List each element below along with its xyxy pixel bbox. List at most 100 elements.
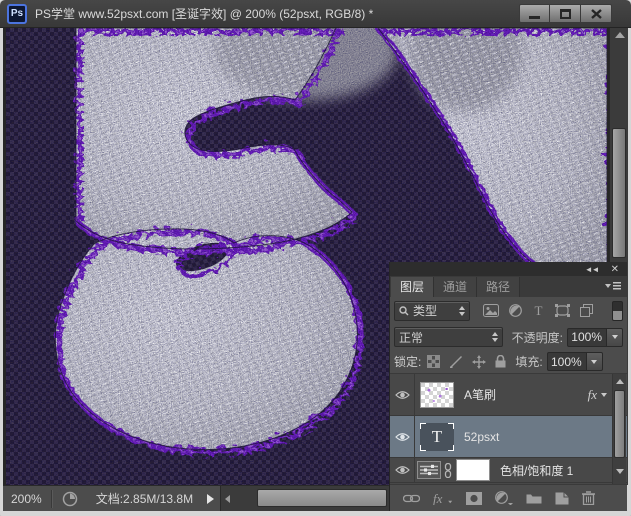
visibility-toggle[interactable] <box>390 374 415 415</box>
window-controls <box>519 4 612 23</box>
sliders-icon <box>420 464 438 476</box>
window-title: PS学堂 www.52psxt.com [圣诞字效] @ 200% (52psx… <box>35 7 374 21</box>
status-popup-arrow-icon[interactable] <box>207 493 215 504</box>
opacity-dropdown-arrow[interactable] <box>607 327 623 347</box>
layer-name[interactable]: A笔刷 <box>464 386 496 403</box>
selection-corner <box>448 444 454 451</box>
document-info-icon <box>62 491 77 506</box>
eye-icon <box>394 432 410 441</box>
scroll-up-arrow-icon[interactable] <box>615 32 625 38</box>
search-icon <box>399 305 409 315</box>
close-button[interactable] <box>581 4 612 23</box>
add-layer-style-icon[interactable]: fx <box>433 492 453 505</box>
new-group-icon[interactable] <box>526 492 542 504</box>
filter-smart-objects-icon[interactable] <box>580 304 593 317</box>
layer-effects-badge[interactable]: fx <box>588 374 607 415</box>
vertical-scrollbar-thumb[interactable] <box>612 128 626 258</box>
maximize-button[interactable] <box>550 4 581 23</box>
filter-on-off-toggle[interactable] <box>612 300 623 321</box>
panel-tabs: 图层 通道 路径 <box>390 276 627 297</box>
filter-type-select[interactable]: 类型 <box>394 300 470 321</box>
filter-pixel-layers-icon[interactable] <box>483 304 499 317</box>
status-bar: 200% 文档:2.85M/13.8M <box>3 485 389 511</box>
new-adjustment-layer-icon[interactable] <box>495 491 513 505</box>
filter-type-layers-icon[interactable]: T <box>532 304 545 317</box>
layer-filter-row: 类型 T <box>390 297 627 324</box>
new-layer-icon[interactable] <box>555 492 569 505</box>
layer-list-scrollbar[interactable] <box>612 374 626 484</box>
link-layers-icon[interactable] <box>403 494 420 503</box>
collapse-panel-icon[interactable]: ◄◄ <box>585 265 600 274</box>
statusbar-divider <box>50 489 52 508</box>
tab-paths[interactable]: 路径 <box>477 277 521 297</box>
eye-icon <box>394 390 410 399</box>
svg-text:fx: fx <box>433 492 443 505</box>
layers-panel: ◄◄ ✕ 图层 通道 路径 类型 T 正常 不透明度: 100% 锁定: 填充:… <box>389 262 627 511</box>
select-arrows-icon <box>491 332 498 342</box>
layer-row-hue-saturation[interactable]: 色相/饱和度 1 <box>390 458 627 483</box>
layers-panel-toolbar: fx <box>390 484 627 511</box>
fill-control: 100% <box>546 352 603 371</box>
filter-shape-layers-icon[interactable] <box>555 304 570 317</box>
lock-all-icon[interactable] <box>495 355 506 368</box>
delete-layer-icon[interactable] <box>582 491 595 505</box>
lock-row: 锁定: 填充: 100% <box>390 350 627 374</box>
fx-expand-arrow-icon[interactable] <box>601 392 607 397</box>
add-layer-mask-icon[interactable] <box>466 491 482 505</box>
filter-type-label: 类型 <box>413 304 438 318</box>
selection-corner <box>420 444 426 451</box>
close-panel-icon[interactable]: ✕ <box>611 264 619 275</box>
visibility-toggle[interactable] <box>390 416 415 457</box>
scroll-left-arrow-icon[interactable] <box>225 495 231 503</box>
text-layer-thumbnail[interactable]: T <box>420 422 454 451</box>
mask-link-icon[interactable] <box>444 462 452 478</box>
zoom-level-field[interactable]: 200% <box>3 492 51 506</box>
photoshop-window: Ps PS学堂 www.52psxt.com [圣诞字效] @ 200% (52… <box>0 0 631 516</box>
tab-layers[interactable]: 图层 <box>391 277 435 297</box>
fill-value[interactable]: 100% <box>546 352 587 371</box>
lock-image-pixels-icon[interactable] <box>449 355 463 368</box>
panel-menu-icon[interactable] <box>605 282 621 292</box>
layer-row-brush[interactable]: A笔刷 fx <box>390 374 627 416</box>
title-bar[interactable]: Ps PS学堂 www.52psxt.com [圣诞字效] @ 200% (52… <box>0 0 631 28</box>
blend-mode-select[interactable]: 正常 <box>394 327 503 347</box>
horizontal-scrollbar[interactable] <box>220 486 389 511</box>
scroll-up-arrow-icon[interactable] <box>616 379 624 384</box>
lock-position-icon[interactable] <box>472 354 487 369</box>
fx-label: fx <box>587 386 597 402</box>
svg-text:T: T <box>535 304 543 317</box>
eye-icon <box>394 466 410 474</box>
panel-group-header: ◄◄ ✕ <box>390 262 627 276</box>
tab-channels[interactable]: 通道 <box>434 277 478 297</box>
opacity-value[interactable]: 100% <box>567 327 607 347</box>
filter-adjustment-layers-icon[interactable] <box>509 304 522 317</box>
blend-mode-value: 正常 <box>399 330 424 345</box>
fill-dropdown-arrow[interactable] <box>586 352 603 371</box>
layer-name[interactable]: 色相/饱和度 1 <box>500 462 573 479</box>
layer-mask-thumbnail[interactable] <box>456 459 490 481</box>
selection-corner <box>420 422 426 429</box>
close-icon <box>590 8 602 19</box>
scroll-down-arrow-icon[interactable] <box>616 469 624 474</box>
layer-thumbnail[interactable] <box>420 381 454 408</box>
minimize-icon <box>529 15 540 19</box>
opacity-control: 100% <box>567 327 623 347</box>
lock-transparent-pixels-icon[interactable] <box>427 355 441 368</box>
thumbnail-letter: T <box>431 426 443 446</box>
lock-icons <box>427 354 506 369</box>
selection-corner <box>448 422 454 429</box>
minimize-button[interactable] <box>519 4 550 23</box>
scrollbar-thumb[interactable] <box>614 390 625 458</box>
lock-label: 锁定: <box>394 355 422 369</box>
layer-row-52psxt[interactable]: T 52psxt <box>390 416 627 458</box>
select-arrows-icon <box>459 305 465 316</box>
adjustment-layer-thumbnail[interactable] <box>417 461 441 479</box>
visibility-toggle[interactable] <box>390 458 415 482</box>
layer-name[interactable]: 52psxt <box>464 430 499 444</box>
document-size-info: 文档:2.85M/13.8M <box>95 492 194 506</box>
horizontal-scrollbar-thumb[interactable] <box>257 489 387 507</box>
blend-mode-row: 正常 不透明度: 100% <box>390 324 627 350</box>
fill-label: 填充: <box>515 355 543 369</box>
filter-kind-icons: T <box>483 304 593 317</box>
ps-logo-icon: Ps <box>7 3 27 24</box>
